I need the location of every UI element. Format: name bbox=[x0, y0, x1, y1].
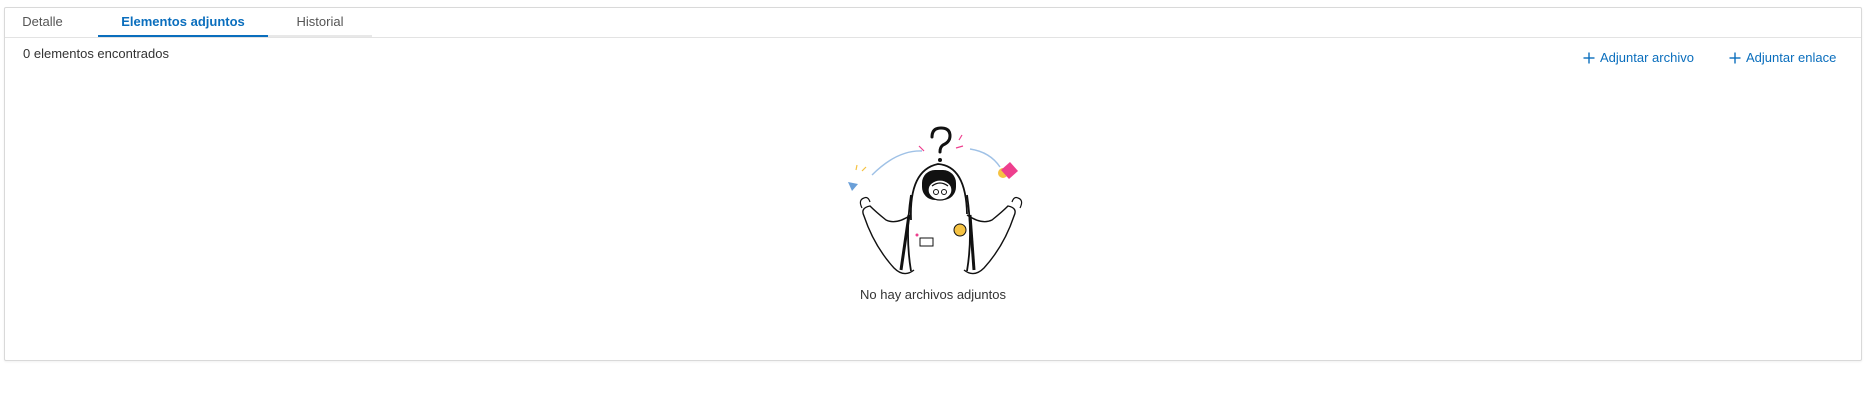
tab-underline-track bbox=[268, 35, 372, 37]
plus-icon bbox=[1583, 52, 1595, 63]
tab-elementos-adjuntos[interactable]: Elementos adjuntos bbox=[98, 8, 268, 37]
plus-icon bbox=[1729, 52, 1741, 63]
attach-file-label: Adjuntar archivo bbox=[1600, 50, 1694, 65]
attach-link-label: Adjuntar enlace bbox=[1746, 50, 1837, 65]
attach-file-button[interactable]: Adjuntar archivo bbox=[1583, 50, 1694, 65]
tab-historial[interactable]: Historial bbox=[268, 8, 372, 37]
empty-state-message: No hay archivos adjuntos bbox=[860, 287, 1006, 302]
tab-bar: Detalle Elementos adjuntos Historial bbox=[5, 8, 1861, 38]
confused-astronaut-illustration bbox=[848, 126, 1023, 275]
attach-link-button[interactable]: Adjuntar enlace bbox=[1729, 50, 1836, 65]
tab-detalle[interactable]: Detalle bbox=[5, 8, 80, 37]
attachments-panel: Detalle Elementos adjuntos Historial 0 e… bbox=[4, 7, 1862, 361]
results-count: 0 elementos encontrados bbox=[23, 46, 169, 61]
